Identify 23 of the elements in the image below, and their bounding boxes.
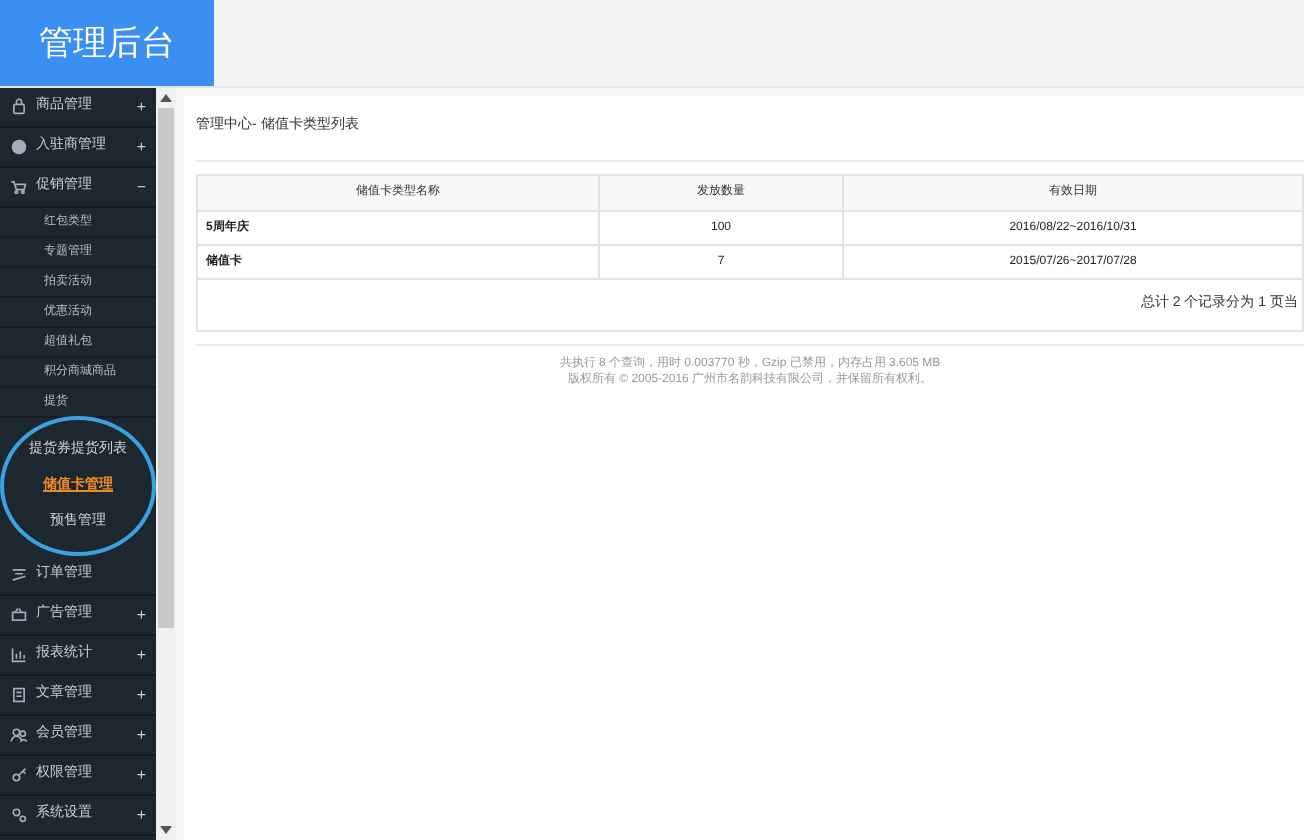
- document-icon: [10, 686, 28, 704]
- collapse-toggle[interactable]: −: [136, 175, 146, 199]
- key-icon: [10, 766, 28, 784]
- gears-icon: [10, 806, 28, 824]
- expand-toggle[interactable]: +: [136, 135, 146, 159]
- circle-icon: [10, 138, 28, 156]
- box-icon: [10, 606, 28, 624]
- cart-icon: [10, 178, 28, 196]
- list-icon: [10, 566, 28, 584]
- expand-toggle[interactable]: +: [136, 683, 146, 707]
- bar-chart-icon: [10, 646, 28, 664]
- expand-toggle[interactable]: +: [136, 803, 146, 827]
- scroll-down-icon[interactable]: [160, 826, 172, 834]
- scroll-up-icon[interactable]: [160, 94, 172, 102]
- expand-toggle[interactable]: +: [136, 643, 146, 667]
- expand-toggle[interactable]: +: [136, 763, 146, 787]
- expand-toggle[interactable]: +: [136, 603, 146, 627]
- expand-toggle[interactable]: +: [136, 95, 146, 119]
- expand-toggle[interactable]: +: [136, 723, 146, 747]
- scroll-thumb[interactable]: [158, 108, 174, 628]
- app-title: 管理后台: [39, 21, 175, 66]
- users-icon: [10, 726, 28, 744]
- bag-icon: [10, 98, 28, 116]
